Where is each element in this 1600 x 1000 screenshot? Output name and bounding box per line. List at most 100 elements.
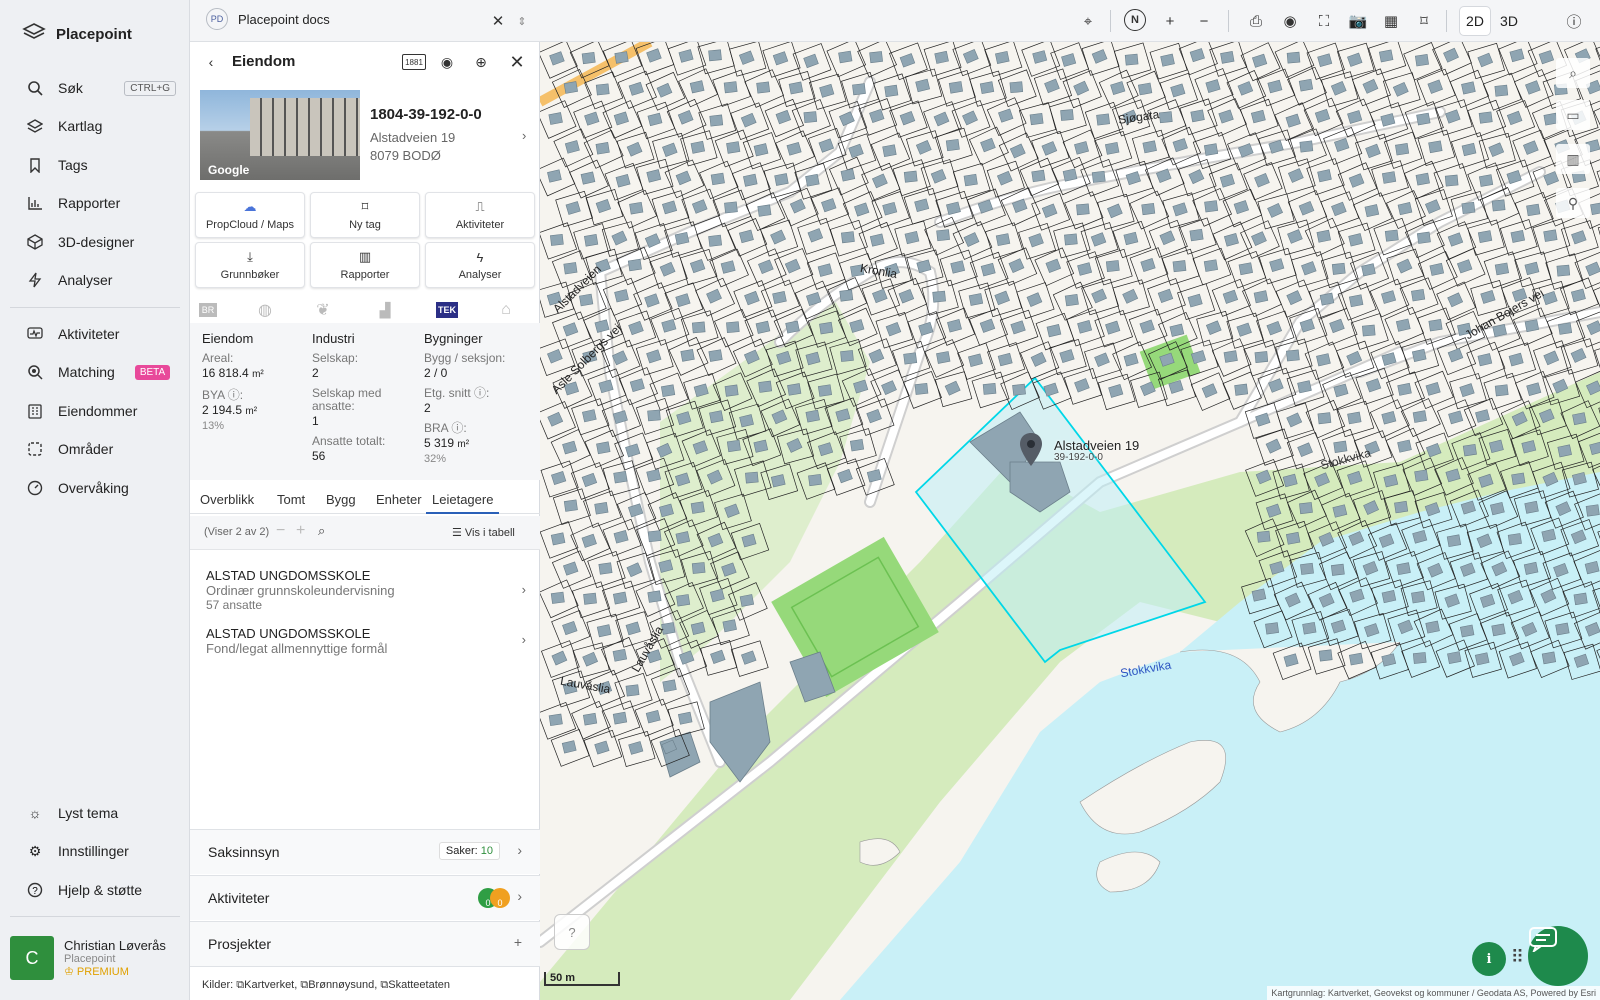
back-icon[interactable]: ‹ xyxy=(200,51,222,73)
nav-item-settings[interactable]: ⚙ Innstillinger xyxy=(16,834,176,868)
leaf-icon[interactable]: ❦ xyxy=(312,298,334,322)
property-id: 1804-39-192-0-0 xyxy=(370,106,482,123)
nav-item-label: Matching xyxy=(58,364,115,380)
address-line2[interactable]: 8079 BODØ xyxy=(370,148,441,163)
source-br[interactable]: BR xyxy=(198,298,218,322)
section-saksinnsyn[interactable]: Saksinnsyn Saker: 10 › xyxy=(190,829,540,874)
grunnboker-button[interactable]: ⤓ Grunnbøker xyxy=(195,242,305,288)
section-prosjekter[interactable]: Prosjekter + xyxy=(190,921,540,966)
house-footprint xyxy=(1488,439,1504,453)
house-footprint xyxy=(1031,169,1046,183)
qr-icon[interactable]: ▦ xyxy=(1379,9,1403,33)
tab-overblikk[interactable]: Overblikk xyxy=(200,492,254,507)
section-aktiviteter[interactable]: Aktiviteter 0 0 › xyxy=(190,875,540,920)
tenant-row[interactable]: ALSTAD UNGDOMSSKOLE Ordinær grunnskoleun… xyxy=(206,568,526,612)
info-button[interactable]: i xyxy=(1472,942,1506,976)
tab-tomt[interactable]: Tomt xyxy=(277,492,305,507)
nav-item-kartlag[interactable]: Kartlag xyxy=(16,109,176,143)
tab-leietagere[interactable]: Leietagere xyxy=(426,492,500,514)
address-line1[interactable]: Alstadveien 19 xyxy=(370,130,455,145)
app-brand[interactable]: Placepoint xyxy=(22,22,132,46)
tab-bygg[interactable]: Bygg xyxy=(326,492,356,507)
house-footprint xyxy=(1557,444,1572,458)
area-icon xyxy=(26,440,44,458)
user-profile[interactable]: C Christian Løverås Placepoint ♔ PREMIUM xyxy=(10,926,182,990)
house-footprint xyxy=(944,380,961,396)
source-link[interactable]: ⧉Skatteetaten xyxy=(380,979,450,991)
chat-button[interactable] xyxy=(1528,926,1588,986)
fullscreen-icon[interactable]: ⛶ xyxy=(1312,9,1336,33)
nav-item-omrader[interactable]: Områder xyxy=(16,432,176,466)
nav-item-analyser[interactable]: Analyser xyxy=(16,263,176,297)
measure-icon[interactable]: ▭ xyxy=(1556,100,1590,130)
chart-icon[interactable]: ▥ xyxy=(1556,144,1590,174)
pedestrian-icon[interactable]: ⚲ xyxy=(1556,188,1590,218)
print-icon[interactable]: ⎙ xyxy=(1244,9,1268,33)
house-footprint xyxy=(788,81,804,95)
table-view-button[interactable]: ☰ Vis i tabell xyxy=(452,526,515,539)
drag-handle-icon[interactable]: ⠿ xyxy=(1511,947,1524,968)
house-footprint xyxy=(1478,473,1494,488)
doc-selector[interactable]: PD Placepoint docs xyxy=(206,8,330,30)
building-image xyxy=(250,98,360,156)
nav-item-3d-designer[interactable]: 3D-designer xyxy=(16,225,176,259)
badge-1881[interactable]: 1881 xyxy=(402,54,426,70)
nav-item-theme[interactable]: ☼ Lyst tema xyxy=(16,796,176,830)
sort-icon[interactable]: ⇕ xyxy=(510,9,534,33)
bookmark-icon[interactable]: ⌑ xyxy=(1412,9,1436,33)
nav-item-help[interactable]: ? Hjelp & støtte xyxy=(16,873,176,907)
house-footprint xyxy=(1462,443,1477,457)
house-footprint xyxy=(1425,382,1441,396)
source-link[interactable]: ⧉Kartverket, xyxy=(236,979,297,991)
expand-icon[interactable]: + xyxy=(296,522,305,540)
propcloud-button[interactable]: ☁ PropCloud / Maps xyxy=(195,192,305,238)
house-footprint xyxy=(1524,261,1540,276)
mode-2d-button[interactable]: 2D xyxy=(1460,7,1490,35)
streetview-photo[interactable]: Google xyxy=(200,90,360,180)
house-footprint xyxy=(1540,588,1557,604)
reports-button[interactable]: ▥ Rapporter xyxy=(310,242,420,288)
close-icon[interactable]: ✕ xyxy=(506,51,528,73)
house-footprint xyxy=(644,293,660,308)
nav-item-rapporter[interactable]: Rapporter xyxy=(16,186,176,220)
stairs-icon[interactable]: ▟ xyxy=(370,298,400,322)
zoom-in-icon[interactable]: + xyxy=(1158,9,1182,33)
map-help-icon[interactable]: ? xyxy=(554,914,590,950)
house-footprint xyxy=(1189,228,1204,242)
tenant-row[interactable]: ALSTAD UNGDOMSSKOLE Fond/legat allmennyt… xyxy=(206,626,526,656)
nav-item-matching[interactable]: Matching BETA xyxy=(16,355,176,389)
search-icon[interactable]: ⌕ xyxy=(318,523,325,539)
zoom-out-icon[interactable]: − xyxy=(1192,9,1216,33)
camera-icon[interactable]: 📷 xyxy=(1346,9,1370,33)
crosshair-icon[interactable]: ⊕ xyxy=(470,51,492,73)
nav-item-overvaking[interactable]: Overvåking xyxy=(16,471,176,505)
eye-icon[interactable]: ◉ xyxy=(1278,9,1302,33)
compass-icon[interactable]: N xyxy=(1124,9,1146,31)
house-footprint xyxy=(579,293,594,307)
nav-item-aktiviteter[interactable]: Aktiviteter xyxy=(16,317,176,351)
tab-enheter[interactable]: Enheter xyxy=(376,492,422,507)
chevron-right-icon[interactable]: › xyxy=(522,128,526,143)
activities-button[interactable]: ⎍ Aktiviteter xyxy=(425,192,535,238)
nav-item-search[interactable]: Søk CTRL+G xyxy=(16,71,176,105)
source-tek[interactable]: TEK xyxy=(436,298,458,322)
map-canvas[interactable]: Alstadveien 19 39-192-0-0 Stokkvika Stok… xyxy=(540,42,1600,1000)
house-footprint xyxy=(872,288,888,304)
collapse-icon[interactable]: − xyxy=(276,522,285,540)
map-search-icon[interactable]: ⌕ xyxy=(1556,58,1590,88)
info-icon[interactable]: ⓘ xyxy=(1562,9,1586,33)
analyses-button[interactable]: ϟ Analyser xyxy=(425,242,535,288)
house-footprint xyxy=(1286,51,1301,64)
close-icon[interactable]: ✕ xyxy=(486,9,510,33)
house-icon[interactable]: ⌂ xyxy=(496,298,516,322)
nav-item-tags[interactable]: Tags xyxy=(16,148,176,182)
energy-icon[interactable]: ◍ xyxy=(254,298,276,322)
mode-3d-button[interactable]: 3D xyxy=(1494,7,1524,35)
eye-icon[interactable]: ◉ xyxy=(436,51,458,73)
parcel-layer xyxy=(540,42,1600,768)
nav-item-eiendommer[interactable]: Eiendommer xyxy=(16,394,176,428)
new-tag-button[interactable]: ⌑ Ny tag xyxy=(310,192,420,238)
source-link[interactable]: ⧉Brønnøysund, xyxy=(300,979,377,991)
location-icon[interactable]: ⌖ xyxy=(1076,9,1100,33)
house-footprint xyxy=(803,111,818,123)
